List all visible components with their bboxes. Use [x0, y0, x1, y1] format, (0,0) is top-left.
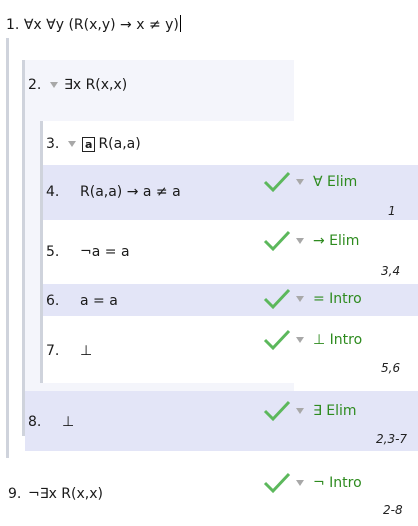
line-formula[interactable]: R(a,a)	[98, 136, 140, 152]
justification-4[interactable]: ∀ Elim	[262, 170, 357, 194]
checkmark-icon	[263, 329, 291, 351]
proof-line-9[interactable]: 9. ¬∃x R(x,x)	[8, 480, 103, 508]
dropdown-triangle-icon[interactable]	[50, 82, 58, 88]
checkmark-icon	[263, 171, 291, 193]
justification-8[interactable]: ∃ Elim	[262, 399, 357, 423]
checkmark-icon	[263, 400, 291, 422]
line-number: 8.	[28, 414, 42, 430]
line-formula[interactable]: ⊥	[80, 343, 92, 359]
rule-references[interactable]: 2-8	[383, 503, 403, 517]
checkmark-icon	[263, 288, 291, 310]
checkmark-icon	[263, 472, 291, 494]
row-highlight	[25, 391, 418, 451]
proof-line-5[interactable]: 5. ¬a = a	[46, 238, 130, 266]
rule-label[interactable]: ¬ Intro	[313, 475, 362, 491]
proof-line-6[interactable]: 6. a = a	[46, 287, 118, 315]
line-formula[interactable]: a = a	[80, 293, 118, 309]
premise-line[interactable]: 1. ∀x ∀y (R(x,y) → x ≠ y)	[6, 15, 181, 33]
proof-line-2[interactable]: 2. ∃x R(x,x)	[28, 70, 127, 100]
dropdown-triangle-icon[interactable]	[296, 480, 304, 486]
rule-references[interactable]: 1	[388, 204, 396, 218]
dropdown-triangle-icon[interactable]	[296, 296, 304, 302]
line-number: 9.	[8, 486, 22, 502]
proof-line-7[interactable]: 7. ⊥	[46, 337, 92, 365]
premise-number: 1.	[6, 17, 20, 33]
line-number: 7.	[46, 343, 60, 359]
rule-label[interactable]: ∃ Elim	[313, 403, 357, 419]
line-formula[interactable]: ¬∃x R(x,x)	[28, 486, 103, 502]
rule-label[interactable]: ⊥ Intro	[313, 332, 362, 348]
proof-line-4[interactable]: 4. R(a,a) → a ≠ a	[46, 178, 181, 206]
dropdown-triangle-icon[interactable]	[296, 238, 304, 244]
line-formula[interactable]: ¬a = a	[80, 244, 130, 260]
rule-references[interactable]: 3,4	[381, 264, 400, 278]
line-number: 2.	[28, 77, 42, 93]
checkmark-icon	[263, 230, 291, 252]
line-number: 5.	[46, 244, 60, 260]
text-caret	[179, 15, 181, 32]
dropdown-triangle-icon[interactable]	[296, 408, 304, 414]
rule-label[interactable]: → Elim	[313, 233, 359, 249]
justification-7[interactable]: ⊥ Intro	[262, 328, 362, 352]
dropdown-triangle-icon[interactable]	[296, 179, 304, 185]
justification-6[interactable]: = Intro	[262, 287, 362, 311]
dropdown-triangle-icon[interactable]	[68, 141, 76, 147]
rule-label[interactable]: = Intro	[313, 291, 362, 307]
rule-references[interactable]: 2,3-7	[376, 432, 407, 446]
line-formula[interactable]: R(a,a) → a ≠ a	[80, 184, 181, 200]
line-number: 3.	[46, 136, 60, 152]
dropdown-triangle-icon[interactable]	[296, 337, 304, 343]
line-number: 6.	[46, 293, 60, 309]
premise-formula[interactable]: ∀x ∀y (R(x,y) → x ≠ y)	[24, 17, 179, 33]
proof-bar	[6, 38, 9, 458]
justification-5[interactable]: → Elim	[262, 229, 359, 253]
proof-line-3[interactable]: 3. a R(a,a)	[46, 130, 141, 158]
line-formula[interactable]: ∃x R(x,x)	[64, 77, 127, 93]
boxed-variable: a	[82, 136, 96, 152]
line-formula[interactable]: ⊥	[62, 414, 74, 430]
rule-references[interactable]: 5,6	[381, 361, 400, 375]
rule-label[interactable]: ∀ Elim	[313, 174, 357, 190]
line-number: 4.	[46, 184, 60, 200]
proof-line-8[interactable]: 8. ⊥	[28, 408, 74, 436]
justification-9[interactable]: ¬ Intro	[262, 471, 362, 495]
